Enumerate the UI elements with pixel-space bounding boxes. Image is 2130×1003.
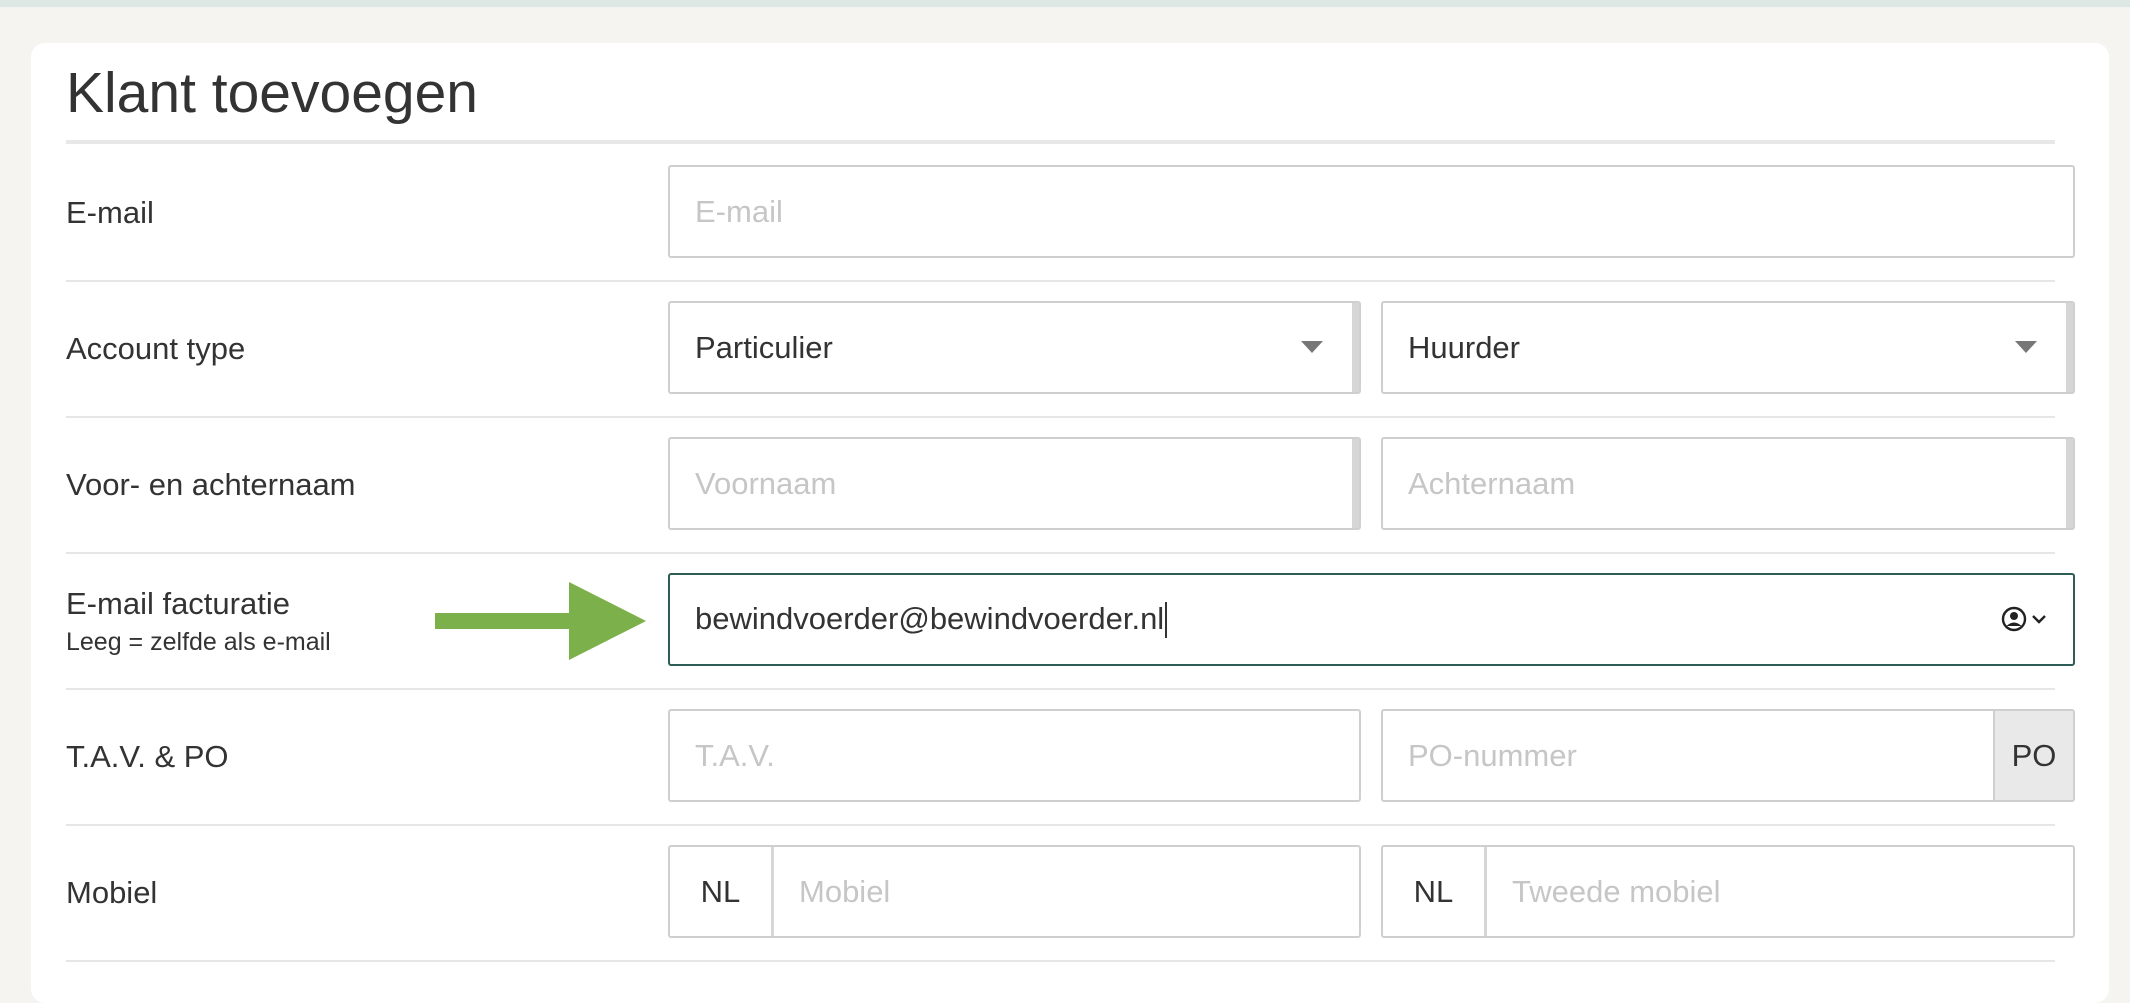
account-role-value: Huurder (1408, 329, 1520, 365)
arrow-right-icon (435, 582, 646, 660)
account-type-value: Particulier (695, 329, 833, 365)
mobile-input-group[interactable]: NL Mobiel (668, 845, 1361, 938)
name-label: Voor- en achternaam (66, 467, 356, 502)
text-cursor (1165, 602, 1168, 639)
last-name-placeholder: Achternaam (1408, 465, 1576, 501)
mobile-label: Mobiel (66, 875, 158, 910)
last-name-input[interactable]: Achternaam (1381, 437, 2075, 530)
attn-input[interactable]: T.A.V. (668, 709, 1361, 802)
country-code-addon[interactable]: NL (1383, 847, 1487, 936)
dropdown-caret-icon (1301, 341, 1323, 353)
po-number-placeholder: PO-nummer (1408, 737, 1577, 773)
title-divider (66, 140, 2055, 144)
attn-po-label: T.A.V. & PO (66, 739, 229, 774)
country-code-addon[interactable]: NL (670, 847, 774, 936)
page-title: Klant toevoegen (66, 61, 478, 125)
account-type-select[interactable]: Particulier (668, 301, 1361, 394)
account-type-label: Account type (66, 331, 246, 366)
chevron-down-icon (2032, 615, 2046, 624)
billing-email-label: E-mail facturatie (66, 586, 290, 621)
row-divider (66, 280, 2055, 282)
row-divider (66, 688, 2055, 690)
row-divider (66, 416, 2055, 418)
po-addon: PO (1993, 711, 2073, 800)
second-mobile-placeholder: Tweede mobiel (1512, 873, 1721, 909)
email-label: E-mail (66, 195, 154, 230)
top-bar (0, 0, 2130, 7)
contact-card-icon (2001, 606, 2027, 632)
row-divider (66, 960, 2055, 962)
billing-email-input[interactable]: bewindvoerder@bewindvoerder.nl (668, 573, 2075, 666)
po-number-input[interactable]: PO-nummer PO (1381, 709, 2075, 802)
account-role-select[interactable]: Huurder (1381, 301, 2075, 394)
first-name-input[interactable]: Voornaam (668, 437, 1361, 530)
dropdown-caret-icon (2015, 341, 2037, 353)
row-divider (66, 824, 2055, 826)
attn-placeholder: T.A.V. (695, 737, 775, 773)
email-input[interactable]: E-mail (668, 165, 2075, 258)
billing-email-hint: Leeg = zelfde als e-mail (66, 628, 331, 656)
email-placeholder: E-mail (695, 193, 783, 229)
billing-email-value: bewindvoerder@bewindvoerder.nl (670, 601, 1168, 639)
second-mobile-input-group[interactable]: NL Tweede mobiel (1381, 845, 2075, 938)
row-divider (66, 552, 2055, 554)
contact-autofill-button[interactable] (2001, 606, 2047, 632)
first-name-placeholder: Voornaam (695, 465, 837, 501)
mobile-placeholder: Mobiel (799, 873, 891, 909)
